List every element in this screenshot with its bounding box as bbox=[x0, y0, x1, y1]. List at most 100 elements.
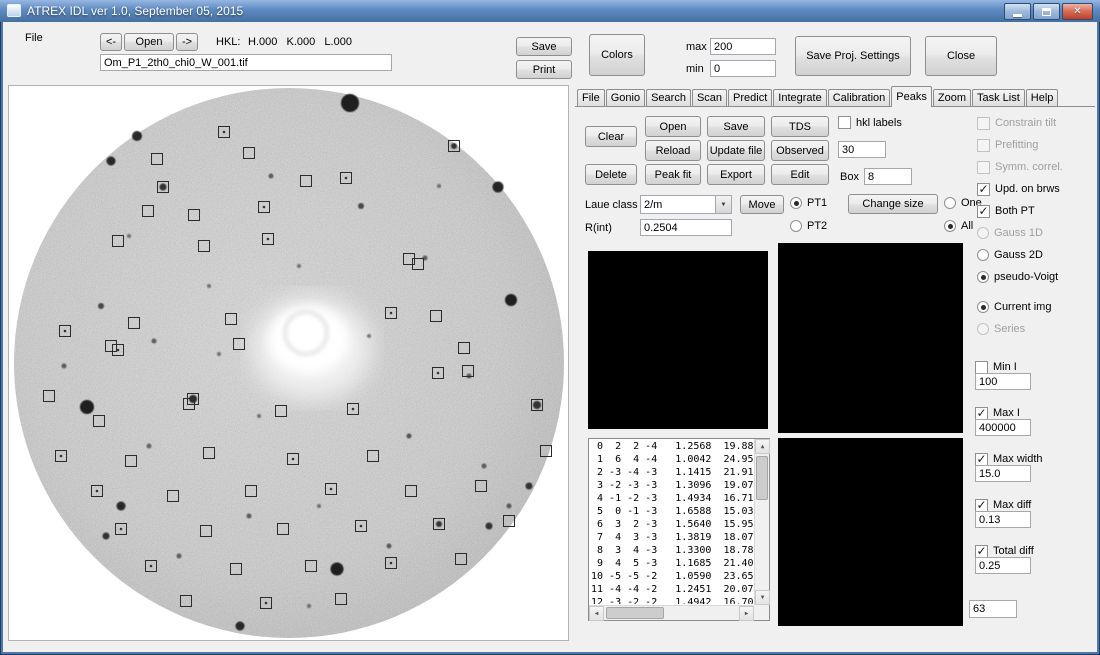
save-proj-settings-button[interactable]: Save Proj. Settings bbox=[795, 36, 911, 76]
radio-current-img[interactable]: Current img bbox=[977, 296, 1095, 318]
colors-button[interactable]: Colors bbox=[589, 34, 645, 76]
minimize-button[interactable] bbox=[1004, 3, 1031, 20]
min-input[interactable] bbox=[710, 60, 776, 77]
move-button[interactable]: Move bbox=[740, 195, 784, 214]
checkbox-mark[interactable] bbox=[975, 361, 988, 374]
filter-input-max-width[interactable] bbox=[975, 465, 1031, 482]
peak-count-field[interactable] bbox=[969, 600, 1017, 618]
checkbox-mark[interactable] bbox=[838, 116, 851, 129]
peaks-open-button[interactable]: Open bbox=[645, 116, 701, 137]
edit-button[interactable]: Edit bbox=[771, 164, 829, 185]
radio-pseudo-voigt[interactable]: pseudo-Voigt bbox=[977, 266, 1095, 288]
peak-row[interactable]: 6 3 2 -3 1.5640 15.951 0.0 bbox=[591, 518, 753, 531]
peak-row[interactable]: 5 0 -1 -3 1.6588 15.033 0.0 bbox=[591, 505, 753, 518]
filter-input-max-i[interactable] bbox=[975, 419, 1031, 436]
max-input[interactable] bbox=[710, 38, 776, 55]
peak-row[interactable]: 0 2 2 -4 1.2568 19.885 0.0 bbox=[591, 440, 753, 453]
horizontal-scroll-thumb[interactable] bbox=[606, 607, 664, 619]
filter-input-total-diff[interactable] bbox=[975, 557, 1031, 574]
radio-pt1[interactable]: PT1 bbox=[790, 197, 827, 209]
clear-button[interactable]: Clear bbox=[585, 126, 637, 147]
radio-mark[interactable] bbox=[790, 220, 802, 232]
tab-file[interactable]: File bbox=[577, 89, 605, 106]
save-button[interactable]: Save bbox=[516, 37, 572, 56]
peak-row[interactable]: 1 6 4 -4 1.0042 24.958 0.0 bbox=[591, 453, 753, 466]
title-bar[interactable]: ATREX IDL ver 1.0, September 05, 2015 ✕ bbox=[0, 0, 1100, 22]
checkbox-mark[interactable]: ✓ bbox=[975, 407, 988, 420]
peak-row[interactable]: 7 4 3 -3 1.3819 18.070 0.0 bbox=[591, 531, 753, 544]
checkbox-upd-on-brws[interactable]: ✓Upd. on brws bbox=[977, 178, 1095, 200]
checkbox-mark[interactable]: ✓ bbox=[977, 183, 990, 196]
radio-gauss-2d[interactable]: Gauss 2D bbox=[977, 244, 1095, 266]
vertical-scrollbar[interactable]: ▲ ▼ bbox=[754, 439, 769, 605]
peak-row[interactable]: 8 3 4 -3 1.3300 18.781 0.0 bbox=[591, 544, 753, 557]
scroll-up-button[interactable]: ▲ bbox=[755, 439, 770, 454]
vertical-scroll-thumb[interactable] bbox=[756, 456, 768, 500]
change-size-button[interactable]: Change size bbox=[848, 194, 938, 214]
checkbox-both-pt[interactable]: ✓Both PT bbox=[977, 200, 1095, 222]
tab-predict[interactable]: Predict bbox=[728, 89, 772, 106]
tab-scan[interactable]: Scan bbox=[692, 89, 727, 106]
checkbox-mark[interactable]: ✓ bbox=[975, 499, 988, 512]
close-button[interactable]: Close bbox=[925, 36, 997, 76]
radio-mark[interactable] bbox=[977, 301, 989, 313]
print-button[interactable]: Print bbox=[516, 60, 572, 79]
peak-row[interactable]: 10 -5 -5 -2 1.0590 23.650 0.0 bbox=[591, 570, 753, 583]
radio-mark[interactable] bbox=[977, 271, 989, 283]
prev-image-button[interactable]: <- bbox=[100, 33, 122, 51]
filter-input-min-i[interactable] bbox=[975, 373, 1031, 390]
radio-all[interactable]: All bbox=[944, 220, 973, 232]
tab-peaks[interactable]: Peaks bbox=[891, 86, 932, 107]
peak-row[interactable]: 9 4 5 -3 1.1685 21.405 0.0 bbox=[591, 557, 753, 570]
tab-search[interactable]: Search bbox=[646, 89, 691, 106]
scroll-down-button[interactable]: ▼ bbox=[755, 590, 770, 605]
rint-input[interactable] bbox=[640, 219, 732, 236]
chevron-down-icon[interactable]: ▼ bbox=[715, 196, 731, 213]
delete-button[interactable]: Delete bbox=[585, 164, 637, 185]
radio-mark[interactable] bbox=[944, 197, 956, 209]
file-menu[interactable]: File bbox=[25, 32, 43, 44]
maximize-button[interactable] bbox=[1033, 3, 1060, 20]
checkbox-mark[interactable]: ✓ bbox=[975, 545, 988, 558]
radio-mark[interactable] bbox=[944, 220, 956, 232]
tab-calibration[interactable]: Calibration bbox=[828, 89, 891, 106]
scroll-right-button[interactable]: ▶ bbox=[739, 606, 754, 621]
checkbox-mark[interactable]: ✓ bbox=[975, 453, 988, 466]
peak-row[interactable]: 12 -3 -2 -2 1.4942 16.701 0.0 bbox=[591, 596, 753, 604]
filter-input-max-diff[interactable] bbox=[975, 511, 1031, 528]
box-input[interactable] bbox=[864, 168, 912, 185]
peak-list[interactable]: 0 2 2 -4 1.2568 19.885 0.0 1 6 4 -4 1.00… bbox=[588, 438, 770, 621]
export-button[interactable]: Export bbox=[707, 164, 765, 185]
peak-row[interactable]: 3 -2 -3 -3 1.3096 19.076 0.0 bbox=[591, 479, 753, 492]
tab-help[interactable]: Help bbox=[1026, 89, 1059, 106]
laue-class-select[interactable]: 2/m ▼ bbox=[640, 195, 732, 214]
peak-row[interactable]: 2 -3 -4 -3 1.1415 21.918 0.0 bbox=[591, 466, 753, 479]
tab-integrate[interactable]: Integrate bbox=[773, 89, 826, 106]
reload-button[interactable]: Reload bbox=[645, 140, 701, 161]
open-button[interactable]: Open bbox=[124, 33, 174, 51]
update-file-button[interactable]: Update file bbox=[707, 140, 765, 161]
radio-mark[interactable] bbox=[977, 249, 989, 261]
radio-mark[interactable] bbox=[790, 197, 802, 209]
scroll-left-button[interactable]: ◀ bbox=[589, 606, 604, 621]
checkbox-mark[interactable]: ✓ bbox=[977, 205, 990, 218]
tab-zoom[interactable]: Zoom bbox=[933, 89, 971, 106]
tab-task-list[interactable]: Task List bbox=[972, 89, 1025, 106]
radio-pt2[interactable]: PT2 bbox=[790, 220, 827, 232]
tds-button[interactable]: TDS bbox=[771, 116, 829, 137]
tab-gonio[interactable]: Gonio bbox=[606, 89, 645, 106]
diffraction-spot bbox=[526, 483, 533, 490]
horizontal-scrollbar[interactable]: ◀ ▶ bbox=[589, 605, 754, 620]
observed-button[interactable]: Observed bbox=[771, 140, 829, 161]
detector-image[interactable] bbox=[8, 85, 569, 641]
filename-input[interactable] bbox=[100, 54, 392, 71]
next-image-button[interactable]: -> bbox=[176, 33, 198, 51]
close-window-button[interactable]: ✕ bbox=[1062, 3, 1093, 20]
peak-row[interactable]: 4 -1 -2 -3 1.4934 16.710 0.0 bbox=[591, 492, 753, 505]
peaks-save-button[interactable]: Save bbox=[707, 116, 765, 137]
peak-fit-button[interactable]: Peak fit bbox=[645, 164, 701, 185]
checkbox-hkl-labels[interactable]: hkl labels bbox=[838, 116, 902, 129]
label-size-input[interactable] bbox=[838, 141, 886, 158]
peak-list-rows[interactable]: 0 2 2 -4 1.2568 19.885 0.0 1 6 4 -4 1.00… bbox=[591, 440, 753, 604]
peak-row[interactable]: 11 -4 -4 -2 1.2451 20.074 0.0 bbox=[591, 583, 753, 596]
